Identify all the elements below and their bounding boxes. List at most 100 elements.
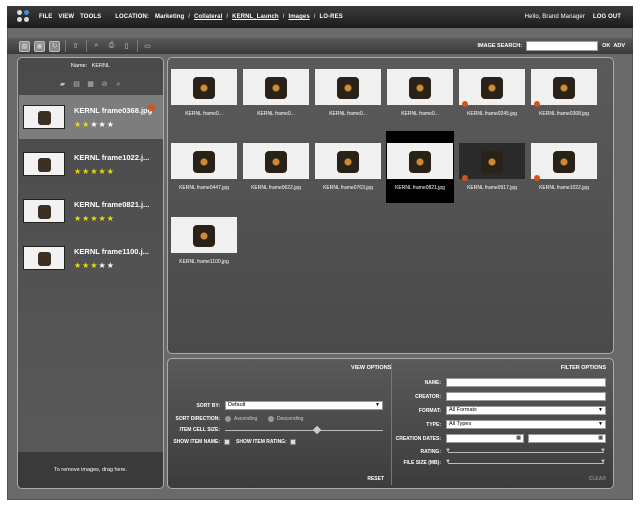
chevron-down-icon: ▼ bbox=[598, 421, 603, 427]
image-thumbnail bbox=[387, 69, 453, 105]
crumb-kernl-launch[interactable]: KERNL_Launch bbox=[232, 14, 279, 20]
image-tile[interactable]: KERNL frame0763.jpg bbox=[314, 143, 382, 191]
format-filter-label: FORMAT: bbox=[418, 408, 441, 414]
rating-stars[interactable]: ★★★★★ bbox=[74, 120, 152, 129]
remove-drop-zone[interactable]: To remove images, drag here. bbox=[18, 452, 163, 488]
file-size-max-handle[interactable]: ▼ bbox=[600, 459, 606, 465]
image-caption: KERNL frame0763.jpg bbox=[323, 185, 373, 191]
show-rating-label: SHOW ITEM RATING: bbox=[236, 439, 287, 445]
format-select[interactable]: All Formats ▼ bbox=[446, 406, 606, 415]
lightbox-name-value: KERNL bbox=[91, 63, 111, 69]
image-tile[interactable]: KERNL frame0245.jpg bbox=[458, 69, 526, 117]
cell-size-slider[interactable] bbox=[225, 430, 383, 431]
creator-filter-input[interactable] bbox=[446, 392, 606, 401]
rating-stars[interactable]: ★★★★★ bbox=[74, 214, 149, 223]
crumb-lo-res[interactable]: LO-RES bbox=[320, 14, 343, 20]
folder-view-icon[interactable]: ▣ bbox=[34, 40, 45, 52]
file-size-range-slider[interactable] bbox=[448, 463, 604, 464]
image-tile[interactable]: KERNL frame0... bbox=[314, 69, 382, 117]
location-label: LOCATION: bbox=[115, 14, 149, 20]
rating-stars[interactable]: ★★★★★ bbox=[74, 167, 149, 176]
crumb-collateral[interactable]: Collateral bbox=[194, 14, 222, 20]
open-folder-icon[interactable]: ▰ bbox=[59, 81, 67, 89]
advanced-search-link[interactable]: ADV bbox=[613, 43, 625, 49]
sort-direction-label: SORT DIRECTION: bbox=[175, 416, 220, 422]
name-filter-label: NAME: bbox=[424, 380, 441, 386]
lightbox-view-icon[interactable]: ▦ bbox=[19, 40, 30, 52]
calendar-icon[interactable]: ▦ bbox=[516, 435, 521, 442]
cell-size-slider-handle[interactable] bbox=[312, 425, 321, 435]
menu-file[interactable]: FILE bbox=[39, 14, 52, 20]
lightbox-item[interactable]: KERNL frame0368.jpg ★★★★★ bbox=[19, 95, 163, 139]
clear-button[interactable]: CLEAR bbox=[589, 476, 606, 482]
image-tile[interactable]: KERNL frame0447.jpg bbox=[170, 143, 238, 191]
app-logo-icon bbox=[17, 10, 31, 24]
date-from-input[interactable]: ▦ bbox=[446, 434, 524, 443]
top-menu-bar: FILE VIEW TOOLS LOCATION: Marketing / Co… bbox=[7, 6, 633, 28]
new-lightbox-icon[interactable]: ▤ bbox=[73, 81, 81, 89]
print-icon[interactable]: ⎙ bbox=[106, 41, 117, 52]
image-thumbnail bbox=[315, 69, 381, 105]
descending-radio[interactable] bbox=[268, 416, 274, 422]
flag-badge-icon bbox=[462, 101, 468, 107]
lightbox-item[interactable]: KERNL frame0821.j... ★★★★★ bbox=[19, 189, 163, 233]
creator-filter-label: CREATOR: bbox=[415, 394, 441, 400]
image-tile[interactable]: KERNL frame0917.jpg bbox=[458, 143, 526, 191]
refresh-icon[interactable]: ↻ bbox=[49, 40, 60, 52]
menu-view[interactable]: VIEW bbox=[58, 14, 74, 20]
logout-link[interactable]: LOG OUT bbox=[593, 14, 621, 20]
flag-badge-icon bbox=[534, 175, 540, 181]
show-name-label: SHOW ITEM NAME: bbox=[173, 439, 220, 445]
image-tile[interactable]: KERNL frame0... bbox=[386, 69, 454, 117]
image-tile[interactable]: KERNL frame1100.jpg bbox=[170, 217, 238, 265]
image-thumbnail bbox=[171, 143, 237, 179]
rating-range-slider[interactable] bbox=[448, 452, 604, 453]
image-caption: KERNL frame0245.jpg bbox=[467, 111, 517, 117]
image-tile[interactable]: KERNL frame0... bbox=[170, 69, 238, 117]
rating-min-handle[interactable]: ▼ bbox=[445, 448, 451, 454]
sort-by-select[interactable]: Default ▼ bbox=[225, 401, 383, 410]
toolbar-divider bbox=[137, 40, 138, 52]
reset-button[interactable]: RESET bbox=[367, 476, 384, 482]
image-tile[interactable]: KERNL frame0... bbox=[242, 69, 310, 117]
image-tile-selected[interactable]: KERNL frame0821.jpg bbox=[386, 131, 454, 203]
image-caption: KERNL frame0447.jpg bbox=[179, 185, 229, 191]
ascending-radio[interactable] bbox=[225, 416, 231, 422]
lightbox-item-thumbnail bbox=[23, 105, 65, 129]
image-thumbnail bbox=[315, 143, 381, 179]
zoom-icon[interactable]: ⌕ bbox=[91, 41, 102, 52]
lightbox-item-thumbnail bbox=[23, 152, 65, 176]
lightbox-panel: Name: KERNL ▰ ▤ ▦ ⊘ ⌕ KERNL frame0368.jp… bbox=[17, 57, 164, 489]
lightbox-item[interactable]: KERNL frame1022.j... ★★★★★ bbox=[19, 142, 163, 186]
crumb-images[interactable]: Images bbox=[288, 14, 309, 20]
date-to-input[interactable]: ▦ bbox=[528, 434, 606, 443]
show-rating-checkbox[interactable] bbox=[290, 439, 296, 445]
menu-tools[interactable]: TOOLS bbox=[80, 14, 101, 20]
rating-max-handle[interactable]: ▼ bbox=[600, 448, 606, 454]
rating-stars[interactable]: ★★★★★ bbox=[74, 261, 149, 270]
image-tile[interactable]: KERNL frame0368.jpg bbox=[530, 69, 598, 117]
image-caption: KERNL frame0917.jpg bbox=[467, 185, 517, 191]
type-select[interactable]: All Types ▼ bbox=[446, 420, 606, 429]
search-lightbox-icon[interactable]: ⌕ bbox=[115, 81, 123, 89]
image-caption: KERNL frame0368.jpg bbox=[539, 111, 589, 117]
clear-lightbox-icon[interactable]: ⊘ bbox=[101, 81, 109, 89]
show-name-checkbox[interactable] bbox=[224, 439, 230, 445]
delete-icon[interactable]: ▯ bbox=[121, 41, 132, 52]
image-caption: KERNL frame1022.jpg bbox=[539, 185, 589, 191]
name-filter-input[interactable] bbox=[446, 378, 606, 387]
image-tile[interactable]: KERNL frame1022.jpg bbox=[530, 143, 598, 191]
folder-icon[interactable]: ▭ bbox=[142, 41, 153, 52]
lightbox-item-name: KERNL frame0368.jpg bbox=[74, 105, 153, 115]
crumb-marketing[interactable]: Marketing bbox=[155, 14, 184, 20]
file-size-min-handle[interactable]: ▼ bbox=[445, 459, 451, 465]
image-search-input[interactable] bbox=[526, 41, 599, 51]
descending-label: Descending bbox=[277, 416, 304, 422]
image-tile[interactable]: KERNL frame0622.jpg bbox=[242, 143, 310, 191]
calendar-icon[interactable]: ▦ bbox=[598, 435, 603, 442]
filter-options-title: FILTER OPTIONS bbox=[560, 365, 606, 371]
save-lightbox-icon[interactable]: ▦ bbox=[87, 81, 95, 89]
lightbox-item[interactable]: KERNL frame1100.j... ★★★★★ bbox=[19, 236, 163, 280]
upload-icon[interactable]: ⇧ bbox=[70, 41, 81, 52]
search-ok-button[interactable]: OK bbox=[602, 43, 610, 49]
